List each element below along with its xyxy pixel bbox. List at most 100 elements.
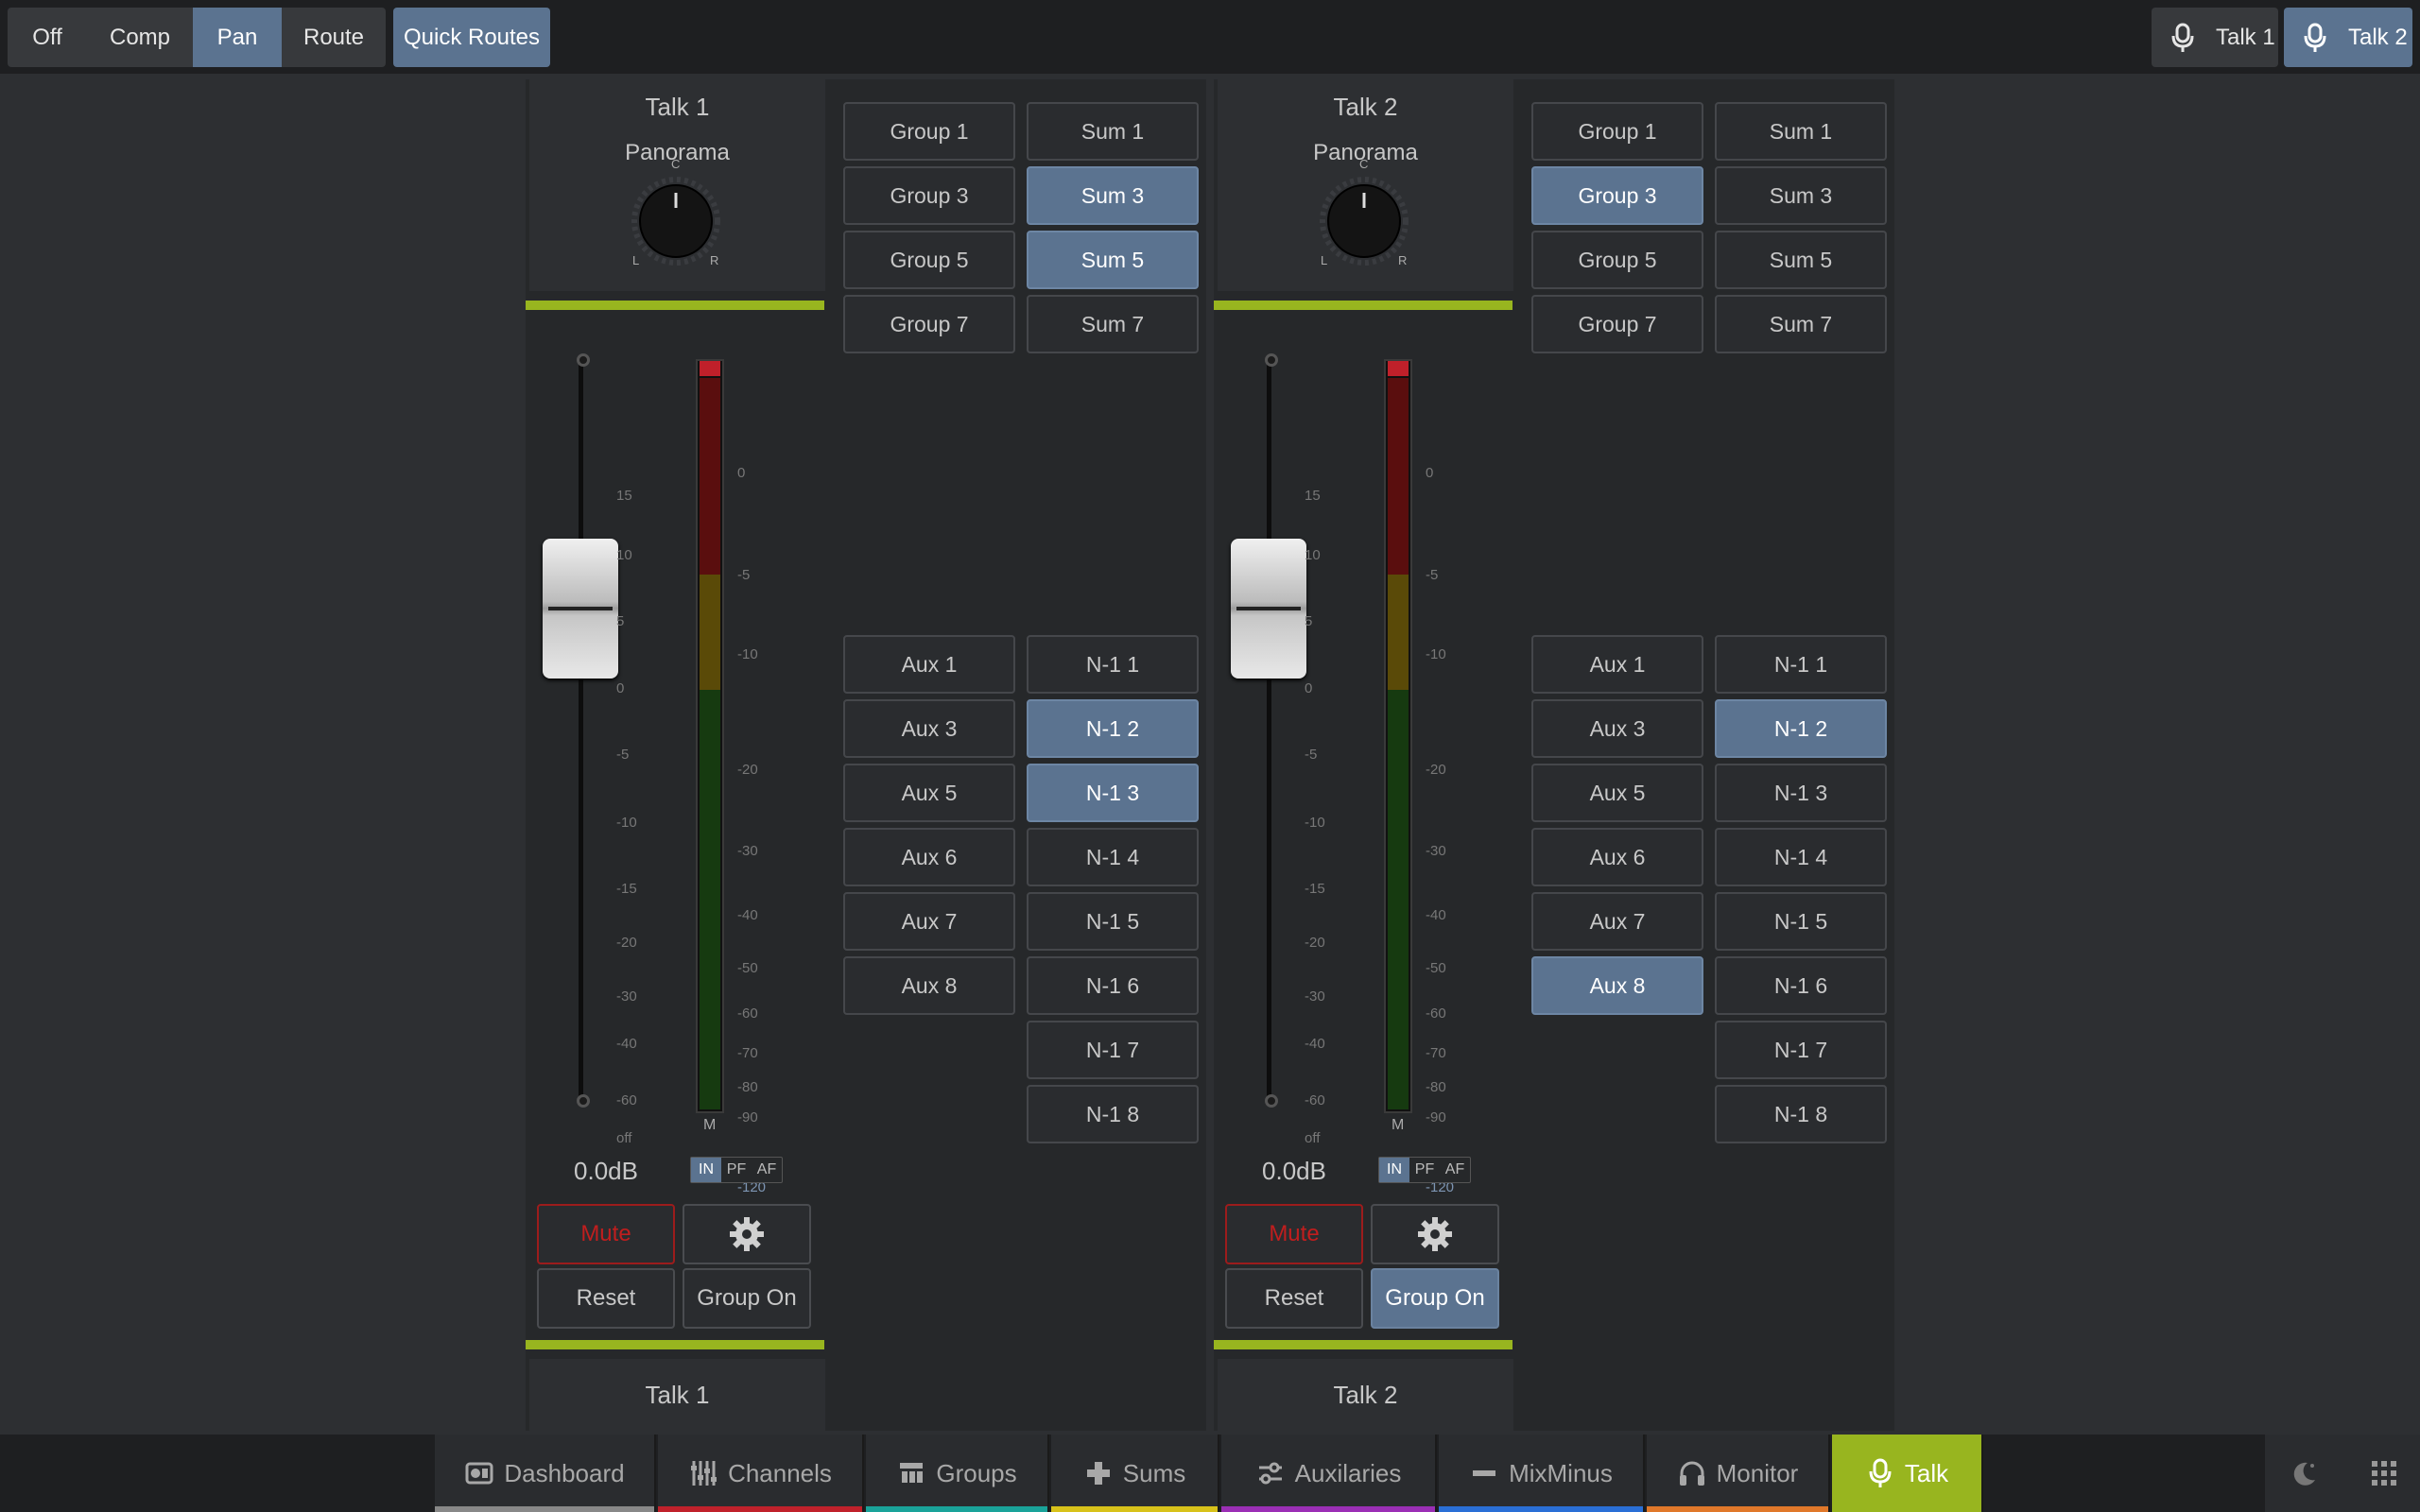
- nav-mixminus[interactable]: MixMinus: [1439, 1435, 1645, 1512]
- route-sum-button[interactable]: Sum 5: [1027, 231, 1199, 289]
- mode-comp-button[interactable]: Comp: [87, 8, 193, 67]
- route-aux-button[interactable]: Aux 1: [1531, 635, 1703, 694]
- nav-talk[interactable]: Talk: [1832, 1435, 1983, 1512]
- route-group-button[interactable]: Group 5: [843, 231, 1015, 289]
- route-aux-button[interactable]: Aux 3: [1531, 699, 1703, 758]
- meter-source-af-button[interactable]: AF: [752, 1158, 782, 1182]
- route-mixminus-button[interactable]: N-1 3: [1715, 764, 1887, 822]
- route-aux-button[interactable]: Aux 3: [843, 699, 1015, 758]
- level-meter: [1384, 359, 1412, 1113]
- meter-scale-label: -70: [737, 1045, 758, 1061]
- route-mixminus-button[interactable]: N-1 6: [1027, 956, 1199, 1015]
- route-sum-button[interactable]: Sum 7: [1027, 295, 1199, 353]
- mute-button[interactable]: Mute: [537, 1204, 675, 1264]
- talk-2-label: Talk 2: [2348, 24, 2408, 50]
- route-mixminus-button[interactable]: N-1 2: [1027, 699, 1199, 758]
- meter-source-pf-button[interactable]: PF: [1409, 1158, 1440, 1182]
- group-on-button[interactable]: Group On: [1371, 1268, 1499, 1329]
- route-mixminus-button[interactable]: N-1 4: [1027, 828, 1199, 886]
- strip-header: Talk 1 Panorama C L R: [529, 79, 825, 291]
- route-mixminus-button[interactable]: N-1 8: [1027, 1085, 1199, 1143]
- route-aux-button[interactable]: Aux 7: [1531, 892, 1703, 951]
- route-mixminus-button[interactable]: N-1 5: [1027, 892, 1199, 951]
- mode-route-button[interactable]: Route: [282, 8, 386, 67]
- reset-button[interactable]: Reset: [537, 1268, 675, 1329]
- fader-scale-label: off: [1305, 1130, 1321, 1146]
- settings-button[interactable]: [1371, 1204, 1499, 1264]
- night-mode-button[interactable]: [2265, 1435, 2344, 1512]
- route-group-button[interactable]: Group 3: [1531, 166, 1703, 225]
- nav-auxilaries[interactable]: Auxilaries: [1221, 1435, 1437, 1512]
- meter-source-af-button[interactable]: AF: [1440, 1158, 1470, 1182]
- nav-sums[interactable]: Sums: [1051, 1435, 1219, 1512]
- route-aux-button[interactable]: Aux 6: [843, 828, 1015, 886]
- route-mixminus-button[interactable]: N-1 3: [1027, 764, 1199, 822]
- route-sum-button[interactable]: Sum 3: [1715, 166, 1887, 225]
- meter-scale-label: -20: [737, 762, 758, 778]
- talk-2-button[interactable]: Talk 2: [2284, 8, 2412, 67]
- nav-groups[interactable]: Groups: [866, 1435, 1049, 1512]
- meter-scale-label: 0: [1426, 465, 1434, 481]
- fader-scale-label: -30: [616, 988, 637, 1005]
- route-aux-button[interactable]: Aux 5: [843, 764, 1015, 822]
- fader-handle[interactable]: [543, 539, 618, 679]
- mute-button[interactable]: Mute: [1225, 1204, 1363, 1264]
- meter-scale-label: -80: [737, 1079, 758, 1095]
- route-sum-button[interactable]: Sum 1: [1027, 102, 1199, 161]
- route-mixminus-button[interactable]: N-1 7: [1027, 1021, 1199, 1079]
- meter-scale-label: 0: [737, 465, 746, 481]
- talk-1-button[interactable]: Talk 1: [2152, 8, 2278, 67]
- strip-name: Talk 2: [1333, 93, 1398, 121]
- route-group-button[interactable]: Group 1: [1531, 102, 1703, 161]
- route-mixminus-button[interactable]: N-1 1: [1715, 635, 1887, 694]
- quick-routes-button[interactable]: Quick Routes: [393, 8, 550, 67]
- route-mixminus-button[interactable]: N-1 4: [1715, 828, 1887, 886]
- nav-monitor[interactable]: Monitor: [1647, 1435, 1830, 1512]
- nav-color-underline: [1221, 1506, 1435, 1512]
- route-aux-button[interactable]: Aux 5: [1531, 764, 1703, 822]
- route-mixminus-button[interactable]: N-1 1: [1027, 635, 1199, 694]
- route-mixminus-button[interactable]: N-1 7: [1715, 1021, 1887, 1079]
- route-sum-button[interactable]: Sum 1: [1715, 102, 1887, 161]
- route-mixminus-button[interactable]: N-1 6: [1715, 956, 1887, 1015]
- meter-scale: 0 -5 -10 -20 -30 -40 -50 -60 -70 -80 -90 -120: [1416, 353, 1473, 1195]
- apps-menu-button[interactable]: [2344, 1435, 2420, 1512]
- fader-track[interactable]: [579, 363, 583, 1100]
- mode-off-button[interactable]: Off: [8, 8, 87, 67]
- meter-scale-label: -5: [1426, 567, 1439, 583]
- strip-name: Talk 1: [645, 93, 710, 121]
- panorama-knob[interactable]: C L R: [1317, 157, 1411, 268]
- route-aux-button[interactable]: Aux 6: [1531, 828, 1703, 886]
- route-aux-button[interactable]: Aux 8: [1531, 956, 1703, 1015]
- route-mixminus-button[interactable]: N-1 2: [1715, 699, 1887, 758]
- nav-label: Monitor: [1716, 1458, 1799, 1487]
- reset-button[interactable]: Reset: [1225, 1268, 1363, 1329]
- route-sum-button[interactable]: Sum 3: [1027, 166, 1199, 225]
- route-aux-button[interactable]: Aux 7: [843, 892, 1015, 951]
- minus-icon: [1469, 1458, 1509, 1488]
- nav-label: MixMinus: [1509, 1458, 1613, 1487]
- mode-pan-button[interactable]: Pan: [193, 8, 282, 67]
- route-aux-button[interactable]: Aux 8: [843, 956, 1015, 1015]
- route-group-button[interactable]: Group 1: [843, 102, 1015, 161]
- route-group-button[interactable]: Group 3: [843, 166, 1015, 225]
- nav-channels[interactable]: Channels: [658, 1435, 864, 1512]
- nav-dashboard[interactable]: Dashboard: [435, 1435, 656, 1512]
- route-aux-button[interactable]: Aux 1: [843, 635, 1015, 694]
- meter-source-pf-button[interactable]: PF: [721, 1158, 752, 1182]
- group-on-button[interactable]: Group On: [683, 1268, 811, 1329]
- route-group-button[interactable]: Group 7: [1531, 295, 1703, 353]
- route-mixminus-button[interactable]: N-1 8: [1715, 1085, 1887, 1143]
- meter-source-in-button[interactable]: IN: [1379, 1158, 1409, 1182]
- fader-track[interactable]: [1267, 363, 1271, 1100]
- route-group-button[interactable]: Group 7: [843, 295, 1015, 353]
- meter-source-in-button[interactable]: IN: [691, 1158, 721, 1182]
- route-sum-button[interactable]: Sum 7: [1715, 295, 1887, 353]
- panorama-knob[interactable]: C L R: [629, 157, 723, 268]
- fader-scale-label: 5: [616, 613, 625, 629]
- settings-button[interactable]: [683, 1204, 811, 1264]
- fader-handle[interactable]: [1231, 539, 1306, 679]
- route-mixminus-button[interactable]: N-1 5: [1715, 892, 1887, 951]
- route-sum-button[interactable]: Sum 5: [1715, 231, 1887, 289]
- route-group-button[interactable]: Group 5: [1531, 231, 1703, 289]
